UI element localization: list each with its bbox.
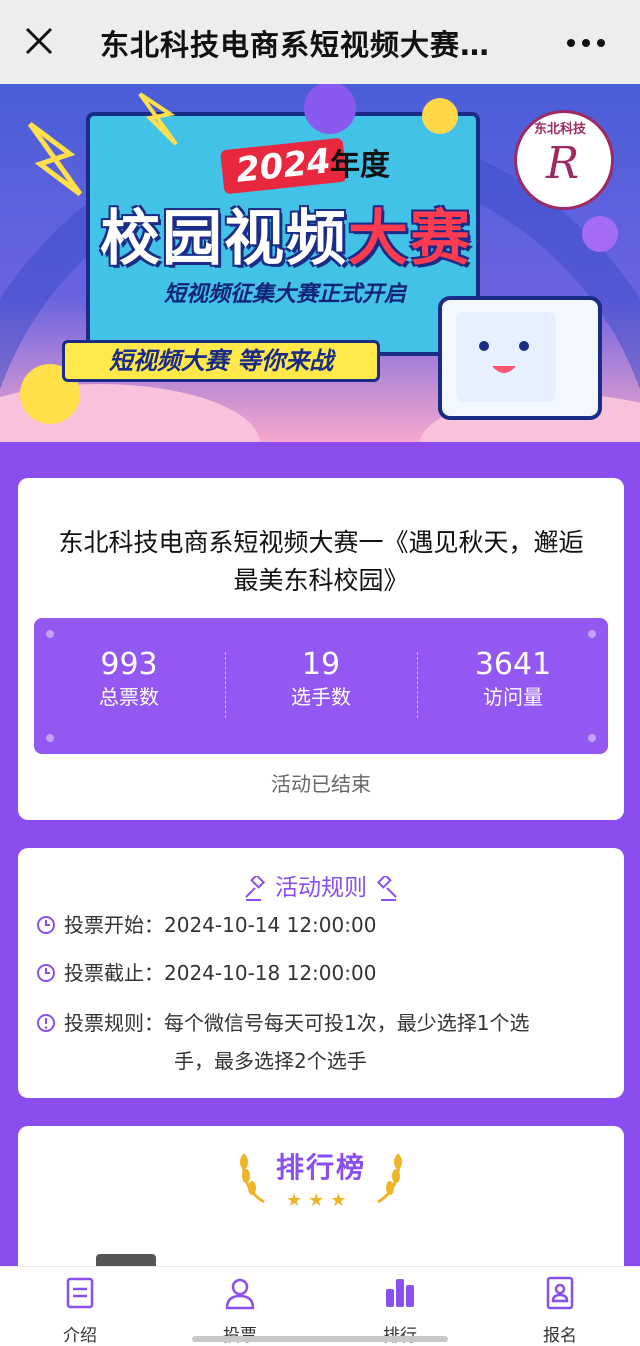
activity-status: 活动已结束 [271, 772, 371, 796]
tab-label: 报名 [543, 1326, 577, 1346]
tab-intro[interactable]: 介绍 [30, 1275, 130, 1346]
banner-main-title: 校园视频大赛 [100, 190, 472, 277]
rule-value: 每个微信号每天可投1次，最少选择1个选 [164, 1011, 530, 1035]
clock-icon [37, 964, 55, 982]
tab-signup[interactable]: 报名 [510, 1275, 610, 1346]
stats-decor-dot [46, 734, 54, 742]
laurel-left-icon [240, 1153, 265, 1204]
tab-label: 介绍 [63, 1326, 97, 1346]
school-logo: 东北科技 R [500, 104, 620, 224]
banner[interactable]: 2024 年度 校园视频大赛 短视频征集大赛正式开启 短视频大赛 等你来战 东北… [0, 84, 640, 442]
stat-label: 总票数 [99, 685, 159, 709]
rules-heading: 活动规则 [18, 868, 624, 902]
home-indicator [192, 1336, 448, 1342]
stat-value: 19 [301, 647, 341, 682]
info-icon [37, 1014, 55, 1032]
stats-panel: 993 总票数 19 选手数 3641 访问量 [34, 618, 608, 754]
tab-label: 投票 [190, 1321, 290, 1346]
rule-label: 投票规则： [64, 1011, 164, 1035]
banner-year-suffix: 年度 [330, 148, 390, 183]
stat-value: 3641 [474, 647, 552, 682]
stat-total-votes: 993 总票数 [34, 648, 224, 712]
tab-label: 排行 [350, 1321, 450, 1346]
rule-label: 投票截止： [64, 961, 164, 985]
top-bar: 东北科技电商系短视频大赛… [0, 0, 640, 84]
ranking-card: 排行榜 ★★★ [18, 1126, 624, 1286]
id-card-icon [546, 1276, 574, 1310]
ranking-heading: 排行榜 ★★★ [18, 1146, 624, 1211]
ranking-title: 排行榜 [275, 1151, 366, 1184]
banner-slogan: 短视频大赛 等你来战 [62, 340, 380, 382]
banner-main-title-2: 大赛 [348, 204, 472, 274]
user-icon [225, 1278, 255, 1310]
stat-label: 访问量 [483, 685, 543, 709]
banner-main-title-1: 校园视频 [100, 204, 348, 274]
clock-icon [37, 916, 55, 934]
logo-text: 东北科技 [534, 122, 587, 137]
rule-value: 2024-10-14 12:00:00 [164, 913, 377, 937]
rules-card: 活动规则 投票开始：2024-10-14 12:00:00 投票截止：2024-… [18, 848, 624, 1098]
close-icon[interactable] [22, 24, 56, 58]
rule-value-cont: 手，最多选择2个选手 [174, 1049, 367, 1073]
laurel-right-icon [377, 1153, 402, 1204]
rule-value: 2024-10-18 12:00:00 [164, 961, 377, 985]
activity-title: 东北科技电商系短视频大赛一《遇见秋天，邂逅最美东科校园》 [58, 528, 584, 595]
rule-vote-end: 投票截止：2024-10-18 12:00:00 [36, 954, 376, 992]
gavel-icon [245, 875, 266, 901]
stat-contestants: 19 选手数 [226, 648, 416, 712]
page-title: 东北科技电商系短视频大赛… [100, 28, 491, 62]
stats-decor-dot [588, 734, 596, 742]
more-icon[interactable] [566, 38, 606, 48]
stat-label: 选手数 [291, 685, 351, 709]
stats-decor-dot [46, 630, 54, 638]
stat-visits: 3641 访问量 [418, 648, 608, 712]
bar-chart-icon [386, 1279, 414, 1307]
rule-vote-rule: 投票规则：每个微信号每天可投1次，最少选择1个选 [36, 1004, 529, 1042]
stats-decor-dot [588, 630, 596, 638]
logo-emblem: R [546, 138, 580, 189]
bottom-tab-bar: 介绍 投票 排行 报名 [0, 1266, 640, 1346]
gavel-icon [376, 875, 397, 901]
document-icon [66, 1277, 94, 1309]
ranking-stars: ★★★ [286, 1190, 353, 1211]
rule-label: 投票开始： [64, 913, 164, 937]
banner-subtitle: 短视频征集大赛正式开启 [164, 282, 407, 307]
rules-heading-text: 活动规则 [275, 875, 367, 901]
activity-card: 东北科技电商系短视频大赛一《遇见秋天，邂逅最美东科校园》 993 总票数 19 … [18, 478, 624, 820]
rule-vote-start: 投票开始：2024-10-14 12:00:00 [36, 906, 376, 944]
stat-value: 993 [100, 647, 158, 682]
